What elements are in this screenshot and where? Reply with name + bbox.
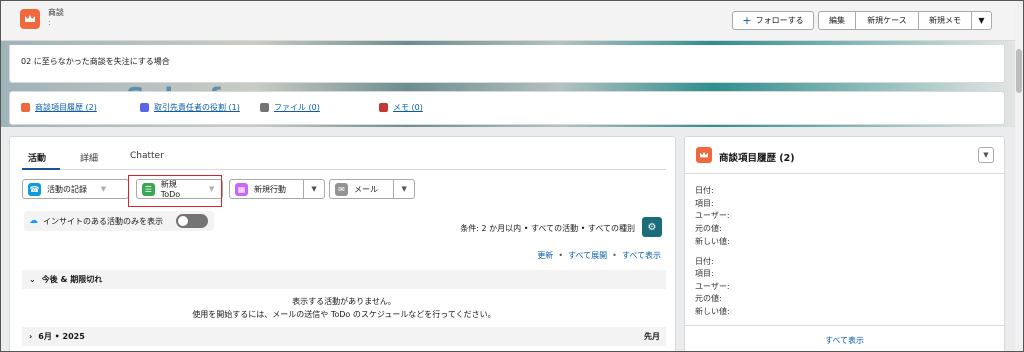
month-section[interactable]: › 6月 • 2025 先月 bbox=[22, 327, 666, 346]
expand-all-link[interactable]: すべて展開 bbox=[568, 251, 607, 260]
insight-filter-label: インサイトのある活動のみを表示 bbox=[43, 216, 163, 226]
tab-activity[interactable]: 活動 bbox=[28, 151, 46, 164]
chevron-down-icon: ▼ bbox=[978, 16, 985, 25]
history-field-label: 項目: bbox=[695, 199, 714, 208]
card-footer-divider bbox=[685, 325, 1004, 326]
section-title: 今後 & 期限切れ bbox=[41, 275, 103, 284]
related-link-contact-roles[interactable]: 取引先責任者の役割 (1) bbox=[140, 102, 240, 113]
field-history-menu-button[interactable]: ▼ bbox=[978, 147, 994, 163]
activity-panel: 活動 詳細 Chatter ☎ 活動の記録 ▼ ☰ 新規ToDo ▼ ▦ 新規行… bbox=[9, 136, 676, 351]
new-event-button[interactable]: ▦ 新規行動 bbox=[230, 180, 303, 198]
chevron-down-icon: ⌄ bbox=[29, 275, 36, 284]
record-header: 商談 : + フォローする 編集 新規ケース 新規メモ ▼ bbox=[1, 1, 1017, 41]
plus-icon: + bbox=[742, 14, 752, 27]
empty-line-1: 表示する活動がありません。 bbox=[292, 297, 396, 306]
insight-toggle[interactable] bbox=[176, 214, 208, 228]
tab-chatter[interactable]: Chatter bbox=[130, 151, 164, 161]
related-link-label: ファイル (0) bbox=[274, 103, 320, 112]
email-button-group: ✉ メール ▼ bbox=[329, 179, 415, 199]
history-date-label: 日付: bbox=[695, 257, 714, 266]
related-list-quick-links: 商談項目履歴 (2) 取引先責任者の役割 (1) ファイル (0) メモ (0) bbox=[9, 91, 1005, 125]
upcoming-overdue-section[interactable]: ⌄ 今後 & 期限切れ bbox=[22, 270, 666, 289]
new-event-dropdown[interactable]: ▼ bbox=[303, 180, 324, 198]
section-title: 6月 • 2025 bbox=[38, 332, 85, 341]
related-link-notes[interactable]: メモ (0) bbox=[379, 102, 423, 113]
file-icon bbox=[260, 103, 269, 112]
filter-settings-button[interactable]: ⚙ bbox=[642, 217, 662, 237]
email-label: メール bbox=[354, 184, 378, 194]
record-name: : bbox=[48, 18, 51, 27]
related-link-label: 取引先責任者の役割 (1) bbox=[154, 103, 240, 112]
email-button[interactable]: ✉ メール bbox=[330, 180, 393, 198]
history-new-value-label: 新しい値: bbox=[695, 307, 730, 316]
more-actions-button[interactable]: ▼ bbox=[972, 11, 992, 30]
timeline-actions: 更新 • すべて展開 • すべて表示 bbox=[537, 250, 661, 261]
history-field-label: 項目: bbox=[695, 269, 714, 278]
log-activity-button-group: ☎ 活動の記録 ▼ bbox=[22, 179, 129, 199]
field-history-title[interactable]: 商談項目履歴 (2) bbox=[719, 150, 795, 164]
separator: • bbox=[612, 251, 617, 260]
filter-summary: 条件: 2 か月以内 • すべての活動 • すべての種別 bbox=[460, 224, 635, 233]
action-button-group: 編集 新規ケース 新規メモ ▼ bbox=[818, 11, 992, 30]
guidance-text: 02 に至らなかった商談を失注にする場合 bbox=[21, 57, 170, 66]
field-history-card: 商談項目履歴 (2) ▼ 日付: 項目: ユーザー: 元の値: 新しい値: 日付… bbox=[684, 136, 1005, 351]
related-link-files[interactable]: ファイル (0) bbox=[260, 102, 320, 113]
gear-icon: ⚙ bbox=[647, 221, 657, 233]
insight-filter: ☁ インサイトのある活動のみを表示 bbox=[24, 211, 214, 231]
log-activity-label: 活動の記録 bbox=[47, 184, 87, 194]
opportunity-crown-icon bbox=[20, 9, 40, 29]
chevron-down-icon: ▼ bbox=[983, 151, 989, 159]
page-scrollbar[interactable] bbox=[1015, 1, 1023, 351]
related-link-label: 商談項目履歴 (2) bbox=[35, 103, 97, 112]
toggle-knob bbox=[178, 216, 188, 226]
crown-icon bbox=[696, 147, 712, 163]
einstein-cloud-icon: ☁ bbox=[29, 216, 38, 226]
new-event-button-group: ▦ 新規行動 ▼ bbox=[229, 179, 325, 199]
follow-button[interactable]: + フォローする bbox=[732, 11, 814, 30]
empty-activity-message: 表示する活動がありません。 使用を開始するには、メールの送信や ToDo のスケ… bbox=[22, 295, 666, 321]
contact-role-icon bbox=[140, 103, 149, 112]
separator: • bbox=[558, 251, 564, 260]
log-activity-button[interactable]: ☎ 活動の記録 bbox=[23, 180, 93, 198]
chevron-right-icon: › bbox=[29, 332, 33, 341]
new-case-button[interactable]: 新規ケース bbox=[856, 11, 919, 30]
history-old-value-label: 元の値: bbox=[695, 294, 722, 303]
section-relative-label: 先月 bbox=[644, 332, 660, 341]
new-event-label: 新規行動 bbox=[254, 184, 286, 194]
log-activity-dropdown[interactable]: ▼ bbox=[93, 180, 114, 198]
new-memo-button[interactable]: 新規メモ bbox=[919, 11, 972, 30]
refresh-link[interactable]: 更新 bbox=[537, 251, 553, 260]
follow-button-group: + フォローする bbox=[732, 11, 814, 30]
follow-label: フォローする bbox=[755, 16, 804, 25]
call-log-icon: ☎ bbox=[28, 182, 41, 196]
related-link-label: メモ (0) bbox=[393, 103, 423, 112]
view-all-link[interactable]: すべて表示 bbox=[622, 251, 661, 260]
tab-details[interactable]: 詳細 bbox=[80, 151, 98, 164]
email-icon: ✉ bbox=[335, 182, 348, 196]
note-icon bbox=[379, 103, 388, 112]
history-user-label: ユーザー: bbox=[695, 282, 730, 291]
empty-line-2: 使用を開始するには、メールの送信や ToDo のスケジュールなどを行ってください… bbox=[192, 310, 496, 319]
path-guidance-card: 02 に至らなかった商談を失注にする場合 bbox=[9, 45, 1005, 83]
app-frame: Salesforce 商談 : + フォローする 編集 新規ケース 新規メモ ▼… bbox=[0, 0, 1024, 352]
active-tab-indicator bbox=[22, 168, 60, 170]
edit-button[interactable]: 編集 bbox=[818, 11, 856, 30]
history-date-label: 日付: bbox=[695, 186, 714, 195]
view-all-history-link[interactable]: すべて表示 bbox=[685, 335, 1004, 346]
scrollbar-thumb[interactable] bbox=[1016, 49, 1022, 93]
email-dropdown[interactable]: ▼ bbox=[393, 180, 414, 198]
history-new-value-label: 新しい値: bbox=[695, 237, 730, 246]
crown-icon bbox=[21, 103, 30, 112]
history-user-label: ユーザー: bbox=[695, 211, 730, 220]
history-old-value-label: 元の値: bbox=[695, 224, 722, 233]
related-link-history[interactable]: 商談項目履歴 (2) bbox=[21, 102, 97, 113]
object-type-label: 商談 bbox=[48, 8, 64, 17]
field-history-header: 商談項目履歴 (2) ▼ bbox=[685, 137, 1004, 174]
activity-tabs: 活動 詳細 Chatter bbox=[22, 151, 666, 170]
calendar-icon: ▦ bbox=[235, 182, 248, 196]
highlight-annotation bbox=[128, 175, 222, 207]
